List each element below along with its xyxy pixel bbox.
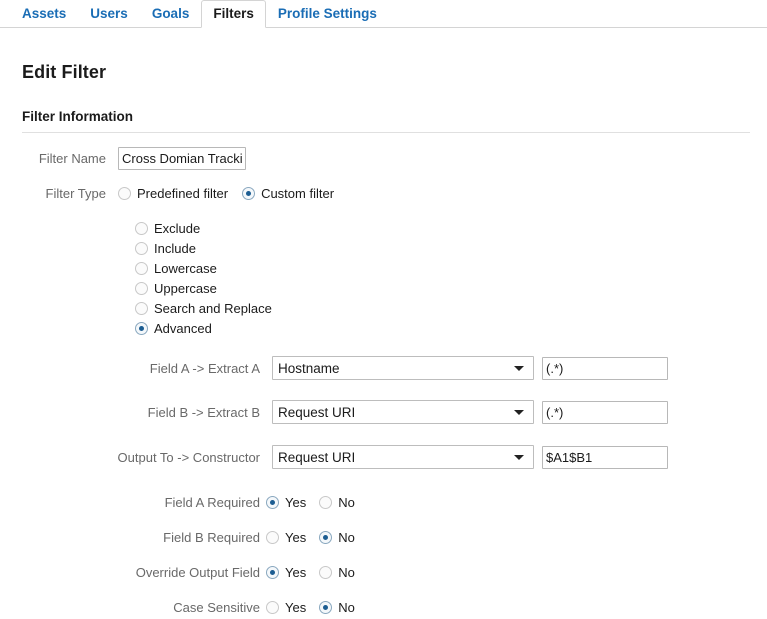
radio-exclude-control[interactable] — [135, 222, 148, 235]
field-a-required-yes-label[interactable]: Yes — [285, 495, 306, 510]
filter-type-radio-group: Predefined filter Custom filter — [118, 186, 334, 201]
radio-predefined-filter-label[interactable]: Predefined filter — [137, 186, 228, 201]
override-output-field-yes[interactable]: Yes — [266, 565, 306, 580]
filter-kind-radio-list: Exclude Include Lowercase Uppercase Sear… — [22, 205, 767, 336]
extract-a-input[interactable] — [542, 356, 668, 380]
override-output-field-radio-group: Yes No — [266, 565, 355, 580]
override-output-field-no-label[interactable]: No — [338, 565, 355, 580]
filter-type-label: Filter Type — [45, 186, 106, 201]
row-field-a-required: Field A Required Yes No — [22, 491, 767, 514]
chevron-down-icon — [514, 410, 524, 415]
row-case-sensitive: Case Sensitive Yes No — [22, 596, 767, 619]
field-b-required-radio-group: Yes No — [266, 530, 355, 545]
radio-uppercase-label[interactable]: Uppercase — [154, 281, 217, 296]
radio-uppercase-control[interactable] — [135, 282, 148, 295]
row-field-a: Field A -> Extract A Hostname — [22, 356, 767, 380]
tab-list: Assets Users Goals Filters Profile Setti… — [10, 0, 767, 28]
field-b-required-label: Field B Required — [163, 530, 260, 545]
case-sensitive-yes-control[interactable] — [266, 601, 279, 614]
tab-users[interactable]: Users — [78, 0, 140, 28]
field-a-select-value: Hostname — [278, 360, 340, 376]
radio-search-and-replace-control[interactable] — [135, 302, 148, 315]
field-b-label: Field B -> Extract B — [147, 404, 260, 420]
tab-profile-settings[interactable]: Profile Settings — [266, 0, 389, 28]
radio-search-and-replace-label[interactable]: Search and Replace — [154, 301, 272, 316]
radio-uppercase[interactable]: Uppercase — [135, 281, 767, 296]
chevron-down-icon — [514, 366, 524, 371]
output-to-label: Output To -> Constructor — [117, 449, 260, 465]
radio-advanced-label[interactable]: Advanced — [154, 321, 212, 336]
extract-b-input[interactable] — [542, 400, 668, 424]
radio-search-and-replace[interactable]: Search and Replace — [135, 301, 767, 316]
field-b-required-yes-label[interactable]: Yes — [285, 530, 306, 545]
radio-exclude[interactable]: Exclude — [135, 221, 767, 236]
row-output-to: Output To -> Constructor Request URI — [22, 445, 767, 469]
section-title-filter-information: Filter Information — [22, 109, 133, 124]
case-sensitive-yes[interactable]: Yes — [266, 600, 306, 615]
chevron-down-icon — [514, 455, 524, 460]
field-b-select[interactable]: Request URI — [272, 400, 534, 424]
case-sensitive-radio-group: Yes No — [266, 600, 355, 615]
override-output-field-yes-label[interactable]: Yes — [285, 565, 306, 580]
field-b-required-yes[interactable]: Yes — [266, 530, 306, 545]
tab-goals[interactable]: Goals — [140, 0, 202, 28]
radio-custom-filter-control[interactable] — [242, 187, 256, 200]
radio-custom-filter-label[interactable]: Custom filter — [261, 186, 334, 201]
override-output-field-no[interactable]: No — [319, 565, 355, 580]
case-sensitive-yes-label[interactable]: Yes — [285, 600, 306, 615]
radio-advanced[interactable]: Advanced — [135, 321, 767, 336]
row-field-b-required: Field B Required Yes No — [22, 526, 767, 549]
filter-name-input[interactable] — [118, 147, 246, 170]
case-sensitive-label: Case Sensitive — [173, 600, 260, 615]
case-sensitive-no-label[interactable]: No — [338, 600, 355, 615]
constructor-input[interactable] — [542, 445, 668, 469]
field-a-required-yes-control[interactable] — [266, 496, 279, 509]
case-sensitive-no-control[interactable] — [319, 601, 333, 614]
field-a-required-no[interactable]: No — [319, 495, 355, 510]
radio-include-control[interactable] — [135, 242, 148, 255]
page-content: Edit Filter Filter Information Filter Na… — [0, 28, 767, 619]
row-filter-type: Filter Type Predefined filter Custom fil… — [22, 182, 767, 205]
field-a-required-no-label[interactable]: No — [338, 495, 355, 510]
main-tabbar: Assets Users Goals Filters Profile Setti… — [0, 0, 767, 28]
row-filter-name: Filter Name — [22, 147, 767, 170]
radio-lowercase-label[interactable]: Lowercase — [154, 261, 217, 276]
radio-custom-filter[interactable]: Custom filter — [242, 186, 334, 201]
radio-include-label[interactable]: Include — [154, 241, 196, 256]
tab-filters[interactable]: Filters — [201, 0, 266, 28]
radio-lowercase-control[interactable] — [135, 262, 148, 275]
radio-include[interactable]: Include — [135, 241, 767, 256]
field-b-required-yes-control[interactable] — [266, 531, 279, 544]
field-a-required-radio-group: Yes No — [266, 495, 355, 510]
page-title: Edit Filter — [22, 62, 107, 82]
radio-exclude-label[interactable]: Exclude — [154, 221, 200, 236]
row-field-b: Field B -> Extract B Request URI — [22, 400, 767, 424]
radio-lowercase[interactable]: Lowercase — [135, 261, 767, 276]
row-override-output-field: Override Output Field Yes No — [22, 561, 767, 584]
field-a-required-yes[interactable]: Yes — [266, 495, 306, 510]
tab-assets[interactable]: Assets — [10, 0, 78, 28]
override-output-field-yes-control[interactable] — [266, 566, 279, 579]
field-b-select-value: Request URI — [278, 404, 356, 420]
field-b-required-no-label[interactable]: No — [338, 530, 355, 545]
override-output-field-no-control[interactable] — [319, 566, 333, 579]
field-b-required-no-control[interactable] — [319, 531, 333, 544]
field-a-required-no-control[interactable] — [319, 496, 333, 509]
field-a-label: Field A -> Extract A — [149, 360, 260, 376]
field-b-required-no[interactable]: No — [319, 530, 355, 545]
radio-predefined-filter[interactable]: Predefined filter — [118, 186, 228, 201]
filter-form: Filter Name Filter Type Predefined filte… — [22, 133, 767, 619]
field-a-select[interactable]: Hostname — [272, 356, 534, 380]
field-a-required-label: Field A Required — [164, 495, 260, 510]
filter-name-label: Filter Name — [38, 151, 106, 166]
radio-predefined-filter-control[interactable] — [118, 187, 131, 200]
output-to-select[interactable]: Request URI — [272, 445, 534, 469]
case-sensitive-no[interactable]: No — [319, 600, 355, 615]
radio-advanced-control[interactable] — [135, 322, 148, 335]
override-output-field-label: Override Output Field — [135, 565, 260, 580]
output-to-select-value: Request URI — [278, 449, 356, 465]
